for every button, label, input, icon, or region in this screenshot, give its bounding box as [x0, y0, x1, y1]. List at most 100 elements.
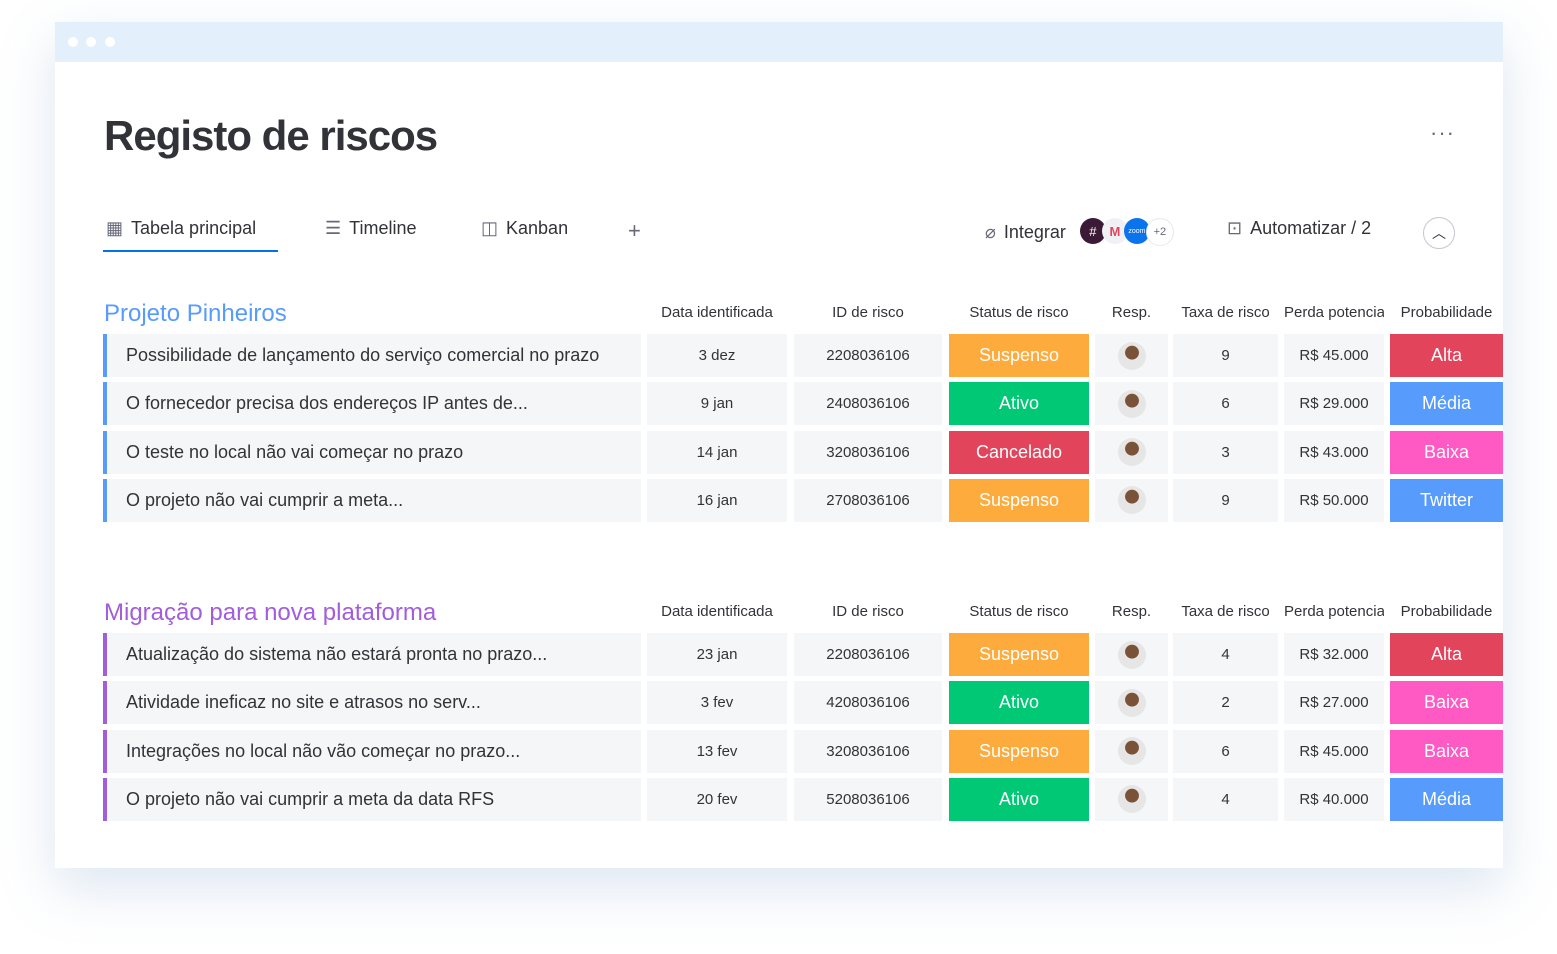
id-cell[interactable]: 3208036106: [794, 729, 942, 773]
status-cell[interactable]: Suspenso: [949, 729, 1089, 773]
column-header[interactable]: Perda potencial: [1284, 304, 1384, 321]
table-row[interactable]: Integrações no local não vão começar no …: [103, 729, 1503, 773]
status-cell[interactable]: Ativo: [949, 382, 1089, 426]
id-cell[interactable]: 2208036106: [794, 334, 942, 377]
loss-cell[interactable]: R$ 45.000: [1284, 334, 1384, 377]
loss-cell[interactable]: R$ 27.000: [1284, 681, 1384, 725]
column-header[interactable]: Perda potencial: [1284, 603, 1384, 620]
owner-cell[interactable]: [1095, 729, 1168, 773]
column-header[interactable]: Data identificada: [647, 603, 787, 620]
avatar[interactable]: [1117, 737, 1146, 766]
status-cell[interactable]: Cancelado: [949, 430, 1089, 474]
item-name[interactable]: O projeto não vai cumprir a meta da data…: [103, 777, 641, 821]
item-name[interactable]: O projeto não vai cumprir a meta...: [103, 478, 641, 522]
add-view-button[interactable]: +: [628, 218, 641, 244]
status-cell[interactable]: Suspenso: [949, 334, 1089, 377]
column-header[interactable]: Probabilidade: [1390, 603, 1503, 620]
status-cell[interactable]: Ativo: [949, 777, 1089, 821]
date-cell[interactable]: 23 jan: [647, 633, 787, 676]
id-cell[interactable]: 5208036106: [794, 777, 942, 821]
owner-cell[interactable]: [1095, 430, 1168, 474]
column-header[interactable]: Status de risco: [949, 304, 1089, 321]
rate-cell[interactable]: 6: [1173, 382, 1278, 426]
item-name[interactable]: Possibilidade de lançamento do serviço c…: [103, 334, 641, 377]
rate-cell[interactable]: 6: [1173, 729, 1278, 773]
collapse-chevron-up-icon[interactable]: ︿: [1423, 217, 1455, 249]
item-name[interactable]: Atividade ineficaz no site e atrasos no …: [103, 681, 641, 725]
column-header[interactable]: ID de risco: [794, 304, 942, 321]
table-row[interactable]: O projeto não vai cumprir a meta... 16 ja…: [103, 478, 1503, 522]
tab-kanban[interactable]: ◫ Kanban: [481, 218, 568, 239]
group-title[interactable]: Migração para nova plataforma: [104, 599, 436, 627]
table-row[interactable]: Atualização do sistema não estará pronta…: [103, 633, 1503, 676]
owner-cell[interactable]: [1095, 633, 1168, 676]
rate-cell[interactable]: 9: [1173, 334, 1278, 377]
date-cell[interactable]: 3 dez: [647, 334, 787, 377]
avatar[interactable]: [1117, 785, 1146, 814]
prob-cell[interactable]: Alta: [1390, 334, 1503, 377]
id-cell[interactable]: 2208036106: [794, 633, 942, 676]
table-row[interactable]: Possibilidade de lançamento do serviço c…: [103, 334, 1503, 377]
avatar[interactable]: [1117, 341, 1146, 370]
column-header[interactable]: Resp.: [1095, 304, 1168, 321]
column-header[interactable]: Data identificada: [647, 304, 787, 321]
rate-cell[interactable]: 9: [1173, 478, 1278, 522]
date-cell[interactable]: 14 jan: [647, 430, 787, 474]
table-row[interactable]: O teste no local não vai começar no praz…: [103, 430, 1503, 474]
id-cell[interactable]: 4208036106: [794, 681, 942, 725]
integrate-button[interactable]: ⌀ Integrar # M zoom +2: [985, 218, 1174, 246]
prob-cell[interactable]: Baixa: [1390, 430, 1503, 474]
prob-cell[interactable]: Média: [1390, 777, 1503, 821]
prob-cell[interactable]: Média: [1390, 382, 1503, 426]
column-header[interactable]: Resp.: [1095, 603, 1168, 620]
date-cell[interactable]: 13 fev: [647, 729, 787, 773]
status-cell[interactable]: Suspenso: [949, 478, 1089, 522]
tab-tabela-principal[interactable]: ▦ Tabela principal: [102, 218, 279, 252]
owner-cell[interactable]: [1095, 334, 1168, 377]
id-cell[interactable]: 2408036106: [794, 382, 942, 426]
status-cell[interactable]: Ativo: [949, 681, 1089, 725]
avatar[interactable]: [1117, 688, 1146, 717]
item-name[interactable]: Integrações no local não vão começar no …: [103, 729, 641, 773]
table-row[interactable]: O fornecedor precisa dos endereços IP an…: [103, 382, 1503, 426]
loss-cell[interactable]: R$ 43.000: [1284, 430, 1384, 474]
prob-cell[interactable]: Baixa: [1390, 729, 1503, 773]
loss-cell[interactable]: R$ 45.000: [1284, 729, 1384, 773]
rate-cell[interactable]: 2: [1173, 681, 1278, 725]
loss-cell[interactable]: R$ 50.000: [1284, 478, 1384, 522]
tab-timeline[interactable]: ☰ Timeline: [325, 218, 417, 239]
owner-cell[interactable]: [1095, 777, 1168, 821]
item-name[interactable]: O fornecedor precisa dos endereços IP an…: [103, 382, 641, 426]
table-row[interactable]: O projeto não vai cumprir a meta da data…: [103, 777, 1503, 821]
status-cell[interactable]: Suspenso: [949, 633, 1089, 676]
owner-cell[interactable]: [1095, 681, 1168, 725]
avatar[interactable]: [1117, 640, 1146, 669]
date-cell[interactable]: 20 fev: [647, 777, 787, 821]
owner-cell[interactable]: [1095, 478, 1168, 522]
more-options-button[interactable]: ···: [1430, 120, 1455, 146]
avatar[interactable]: [1117, 438, 1146, 467]
avatar[interactable]: [1117, 389, 1146, 418]
date-cell[interactable]: 16 jan: [647, 478, 787, 522]
id-cell[interactable]: 2708036106: [794, 478, 942, 522]
column-header[interactable]: Probabilidade: [1390, 304, 1503, 321]
table-row[interactable]: Atividade ineficaz no site e atrasos no …: [103, 681, 1503, 725]
prob-cell[interactable]: Twitter: [1390, 478, 1503, 522]
column-header[interactable]: Taxa de risco: [1173, 304, 1278, 321]
prob-cell[interactable]: Alta: [1390, 633, 1503, 676]
item-name[interactable]: O teste no local não vai começar no praz…: [103, 430, 641, 474]
id-cell[interactable]: 3208036106: [794, 430, 942, 474]
loss-cell[interactable]: R$ 29.000: [1284, 382, 1384, 426]
column-header[interactable]: Status de risco: [949, 603, 1089, 620]
date-cell[interactable]: 9 jan: [647, 382, 787, 426]
loss-cell[interactable]: R$ 32.000: [1284, 633, 1384, 676]
column-header[interactable]: ID de risco: [794, 603, 942, 620]
item-name[interactable]: Atualização do sistema não estará pronta…: [103, 633, 641, 676]
rate-cell[interactable]: 4: [1173, 633, 1278, 676]
date-cell[interactable]: 3 fev: [647, 681, 787, 725]
prob-cell[interactable]: Baixa: [1390, 681, 1503, 725]
loss-cell[interactable]: R$ 40.000: [1284, 777, 1384, 821]
group-title[interactable]: Projeto Pinheiros: [104, 300, 287, 328]
automate-button[interactable]: ⊡ Automatizar / 2: [1227, 218, 1371, 239]
column-header[interactable]: Taxa de risco: [1173, 603, 1278, 620]
